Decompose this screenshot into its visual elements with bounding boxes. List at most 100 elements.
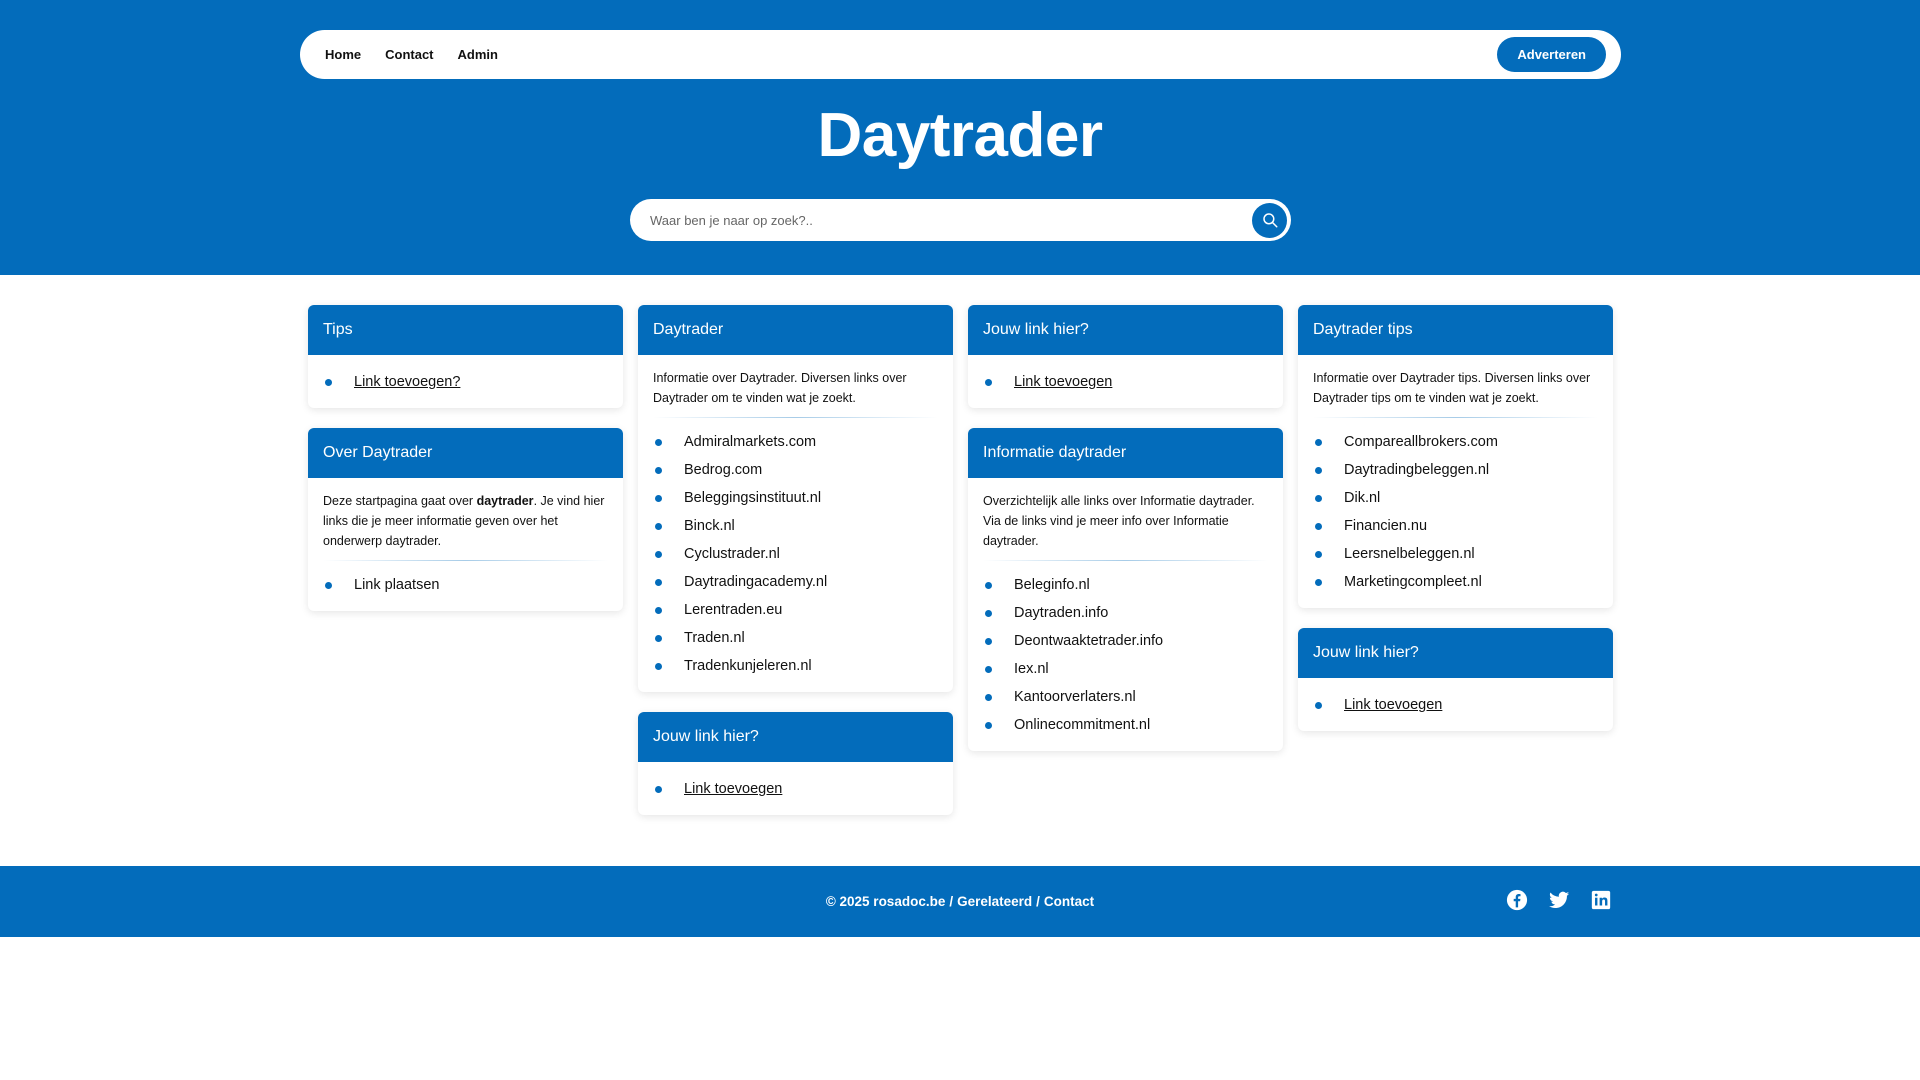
bullet-icon	[1315, 550, 1322, 558]
external-link[interactable]: Onlinecommitment.nl	[1014, 717, 1150, 733]
bullet-icon	[1315, 438, 1322, 446]
bullet-icon	[655, 785, 662, 793]
link-toevoegen-link[interactable]: Link toevoegen?	[354, 374, 460, 390]
external-link[interactable]: Admiralmarkets.com	[684, 434, 816, 450]
external-link[interactable]: Daytradingbeleggen.nl	[1344, 462, 1489, 478]
footer-separator: /	[949, 894, 954, 909]
bullet-icon	[655, 466, 662, 474]
bullet-icon	[655, 578, 662, 586]
bullet-icon	[655, 522, 662, 530]
bullet-icon	[1315, 578, 1322, 586]
list-item: Deontwaaktetrader.info	[983, 627, 1268, 655]
card-jouw-link-hier: Jouw link hier? Link toevoegen	[1298, 628, 1613, 731]
list-item: Link toevoegen	[653, 775, 938, 803]
nav-admin-link[interactable]: Admin	[458, 47, 498, 62]
column-3: Jouw link hier? Link toevoegen Informati…	[968, 305, 1283, 866]
search-button[interactable]	[1252, 202, 1287, 238]
list-item: Link plaatsen	[323, 571, 608, 599]
list-item: Leersnelbeleggen.nl	[1313, 540, 1598, 568]
list-item: Dik.nl	[1313, 484, 1598, 512]
site-title: Daytrader	[817, 101, 1103, 170]
external-link[interactable]: Compareallbrokers.com	[1344, 434, 1498, 450]
card-title: Over Daytrader	[308, 428, 623, 478]
footer-contact-link[interactable]: Contact	[1044, 894, 1094, 909]
bullet-icon	[985, 378, 992, 386]
list-item: Kantoorverlaters.nl	[983, 683, 1268, 711]
list-item: Lerentraden.eu	[653, 596, 938, 624]
card-title: Informatie daytrader	[968, 428, 1283, 478]
card-description: Overzichtelijk alle links over Informati…	[983, 494, 1255, 548]
bullet-icon	[325, 581, 332, 589]
list-item: Link toevoegen?	[323, 368, 608, 396]
adverteren-button[interactable]: Adverteren	[1497, 37, 1606, 72]
external-link[interactable]: Beleginfo.nl	[1014, 577, 1090, 593]
search-bar	[630, 199, 1291, 241]
list-item: Tradenkunjeleren.nl	[653, 652, 938, 680]
external-link[interactable]: Cyclustrader.nl	[684, 546, 780, 562]
link-toevoegen-link[interactable]: Link toevoegen	[1014, 374, 1112, 390]
external-link[interactable]: Binck.nl	[684, 518, 735, 534]
nav-contact-link[interactable]: Contact	[385, 47, 433, 62]
card-title: Tips	[308, 305, 623, 355]
external-link[interactable]: Kantoorverlaters.nl	[1014, 689, 1136, 705]
external-link[interactable]: Dik.nl	[1344, 490, 1380, 506]
list-item: Financien.nu	[1313, 512, 1598, 540]
external-link[interactable]: Beleggingsinstituut.nl	[684, 490, 821, 506]
bullet-icon	[325, 378, 332, 386]
bullet-icon	[655, 438, 662, 446]
bullet-icon	[1315, 494, 1322, 502]
column-2: Daytrader Informatie over Daytrader. Div…	[638, 305, 953, 866]
card-description: Deze startpagina gaat over daytrader. Je…	[323, 494, 605, 548]
bullet-icon	[985, 721, 992, 729]
nav-home-link[interactable]: Home	[325, 47, 361, 62]
bullet-icon	[985, 581, 992, 589]
bullet-icon	[655, 606, 662, 614]
card-title: Daytrader	[638, 305, 953, 355]
external-link[interactable]: Marketingcompleet.nl	[1344, 574, 1482, 590]
twitter-icon[interactable]	[1548, 889, 1570, 911]
list-item: Link toevoegen	[1313, 691, 1598, 719]
external-link[interactable]: Financien.nu	[1344, 518, 1427, 534]
card-title: Daytrader tips	[1298, 305, 1613, 355]
footer-gerelateerd-link[interactable]: Gerelateerd	[957, 894, 1032, 909]
list-item: Bedrog.com	[653, 456, 938, 484]
divider	[1313, 417, 1598, 418]
list-item: Traden.nl	[653, 624, 938, 652]
external-link[interactable]: Bedrog.com	[684, 462, 762, 478]
external-link[interactable]: Tradenkunjeleren.nl	[684, 658, 812, 674]
facebook-icon[interactable]	[1506, 889, 1528, 911]
list-item: Beleggingsinstituut.nl	[653, 484, 938, 512]
list-item: Compareallbrokers.com	[1313, 428, 1598, 456]
search-input[interactable]	[650, 212, 1252, 228]
hero-header: Home Contact Admin Adverteren Daytrader	[0, 0, 1920, 275]
link-toevoegen-link[interactable]: Link toevoegen	[1344, 697, 1442, 713]
external-link[interactable]: Traden.nl	[684, 630, 745, 646]
card-over-daytrader: Over Daytrader Deze startpagina gaat ove…	[308, 428, 623, 611]
divider	[653, 417, 938, 418]
bullet-icon	[655, 662, 662, 670]
card-informatie-daytrader: Informatie daytrader Overzichtelijk alle…	[968, 428, 1283, 751]
divider	[983, 560, 1268, 561]
external-link[interactable]: Daytradingacademy.nl	[684, 574, 827, 590]
card-jouw-link-hier: Jouw link hier? Link toevoegen	[968, 305, 1283, 408]
link-toevoegen-link[interactable]: Link toevoegen	[684, 781, 782, 797]
external-link[interactable]: Daytraden.info	[1014, 605, 1108, 621]
external-link[interactable]: Iex.nl	[1014, 661, 1049, 677]
list-item: Daytradingacademy.nl	[653, 568, 938, 596]
bullet-icon	[655, 550, 662, 558]
external-link[interactable]: Lerentraden.eu	[684, 602, 782, 618]
card-daytrader-tips: Daytrader tips Informatie over Daytrader…	[1298, 305, 1613, 608]
list-item: Marketingcompleet.nl	[1313, 568, 1598, 596]
external-link[interactable]: Leersnelbeleggen.nl	[1344, 546, 1475, 562]
list-item: Daytradingbeleggen.nl	[1313, 456, 1598, 484]
bullet-icon	[655, 494, 662, 502]
card-tips: Tips Link toevoegen?	[308, 305, 623, 408]
link-plaatsen-link[interactable]: Link plaatsen	[354, 577, 439, 593]
linkedin-icon[interactable]	[1590, 889, 1612, 911]
list-item: Cyclustrader.nl	[653, 540, 938, 568]
list-item: Link toevoegen	[983, 368, 1268, 396]
footer: © 2025 rosadoc.be / Gerelateerd / Contac…	[0, 866, 1920, 937]
external-link[interactable]: Deontwaaktetrader.info	[1014, 633, 1163, 649]
card-title: Jouw link hier?	[968, 305, 1283, 355]
card-description: Informatie over Daytrader. Diversen link…	[653, 371, 907, 405]
